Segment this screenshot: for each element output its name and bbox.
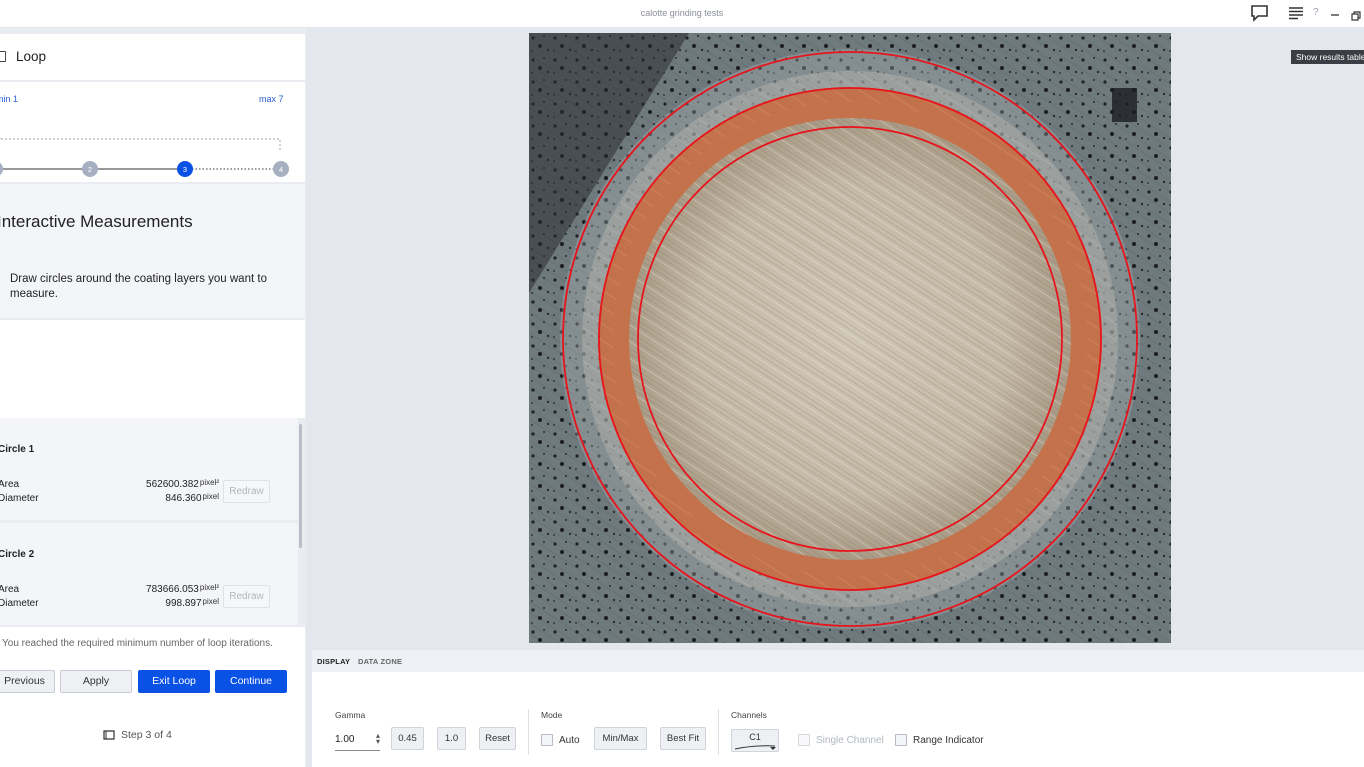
help-icon[interactable]: ? — [1313, 7, 1319, 18]
window-title: calotte grinding tests — [640, 8, 724, 18]
minimize-icon[interactable] — [1330, 7, 1340, 25]
workflow-panel: Loop min 1 max 7 1 2 3 4 — [0, 28, 306, 767]
circle-title: Circle 2 — [0, 549, 35, 560]
loop-card: Loop — [0, 34, 305, 80]
loop-bracket — [0, 138, 281, 150]
diameter-value: 846.360pixel — [165, 492, 219, 504]
title-bar: calotte grinding tests ? — [0, 0, 1364, 28]
range-indicator-checkbox[interactable] — [895, 734, 907, 746]
tab-display[interactable]: DISPLAY — [317, 657, 350, 666]
restore-icon[interactable] — [1351, 8, 1361, 26]
area-label: Area — [0, 584, 20, 595]
step-3[interactable]: 3 — [177, 161, 193, 177]
loop-label: Loop — [16, 49, 47, 64]
gamma-stepper-icon[interactable]: ▴ ▾ — [376, 732, 380, 746]
gamma-045-button[interactable]: 0.45 — [391, 727, 424, 750]
step-description: Draw circles around the coating layers y… — [10, 273, 267, 300]
divider — [528, 709, 529, 755]
loop-checkbox[interactable] — [0, 51, 6, 62]
redraw-button[interactable]: Redraw — [223, 585, 270, 608]
calotte-image[interactable] — [529, 33, 1171, 643]
step-2[interactable]: 2 — [82, 161, 98, 177]
step-info-card: Interactive Measurements Draw circles ar… — [0, 184, 305, 318]
image-viewer[interactable]: Show results table — [306, 28, 1364, 648]
svg-text:2: 2 — [88, 165, 92, 174]
menu-list-icon[interactable] — [1288, 6, 1304, 25]
gamma-10-button[interactable]: 1.0 — [437, 727, 466, 750]
step-title: Interactive Measurements — [0, 212, 193, 231]
svg-text:4: 4 — [279, 165, 283, 174]
gamma-label: Gamma — [335, 710, 366, 720]
exit-loop-button[interactable]: Exit Loop — [138, 670, 210, 693]
display-panel: DISPLAY DATA ZONE Gamma 1.00 ▴ ▾ 0.45 1.0… — [312, 650, 1364, 767]
single-channel-label: Single Channel — [816, 735, 884, 746]
step-footer: You reached the required minimum number … — [0, 627, 305, 767]
diameter-label: Diameter — [0, 598, 39, 609]
loop-stepper: min 1 max 7 1 2 3 4 — [0, 82, 305, 182]
step-indicator: Step 3 of 4 — [103, 729, 172, 741]
auto-label: Auto — [559, 735, 580, 746]
gamma-reset-button[interactable]: Reset — [479, 727, 516, 750]
channel-select[interactable]: C1 — [731, 729, 779, 752]
range-indicator-label: Range Indicator — [913, 735, 984, 746]
gamma-input[interactable]: 1.00 ▴ ▾ — [335, 729, 380, 751]
best-fit-button[interactable]: Best Fit — [660, 727, 706, 750]
display-tabs: DISPLAY DATA ZONE — [312, 650, 1364, 672]
stepper-track: 1 2 3 4 — [0, 138, 289, 177]
comment-icon[interactable] — [1250, 4, 1269, 27]
channels-label: Channels — [731, 710, 767, 720]
step-4[interactable]: 4 — [273, 161, 289, 177]
circle-result-1: Circle 1 Area 562600.382pixel² Diameter … — [0, 418, 298, 520]
diameter-label: Diameter — [0, 493, 39, 504]
continue-button[interactable]: Continue — [215, 670, 287, 693]
tab-data-zone[interactable]: DATA ZONE — [358, 657, 402, 666]
area-value: 562600.382pixel² — [146, 478, 219, 490]
results-table-tooltip: Show results table — [1291, 50, 1364, 64]
svg-text:3: 3 — [183, 165, 187, 174]
step-1[interactable]: 1 — [0, 161, 3, 177]
spacer-card — [0, 320, 305, 418]
results-scrollbar[interactable] — [299, 424, 302, 548]
single-channel-checkbox[interactable] — [798, 734, 810, 746]
loop-requirement-message: You reached the required minimum number … — [2, 638, 273, 649]
diameter-value: 998.897pixel — [165, 597, 219, 609]
area-value: 783666.053pixel² — [146, 583, 219, 595]
apply-button[interactable]: Apply — [60, 670, 132, 693]
divider — [718, 709, 719, 755]
circle-result-2: Circle 2 Area 783666.053pixel² Diameter … — [0, 523, 298, 625]
step-indicator-icon — [103, 730, 115, 740]
circle-title: Circle 1 — [0, 444, 35, 455]
channel-curve-icon — [734, 745, 776, 750]
mode-label: Mode — [541, 710, 563, 720]
redraw-button[interactable]: Redraw — [223, 480, 270, 503]
auto-checkbox[interactable] — [541, 734, 553, 746]
area-label: Area — [0, 479, 20, 490]
previous-button[interactable]: Previous — [0, 670, 55, 693]
minmax-button[interactable]: Min/Max — [594, 727, 647, 750]
